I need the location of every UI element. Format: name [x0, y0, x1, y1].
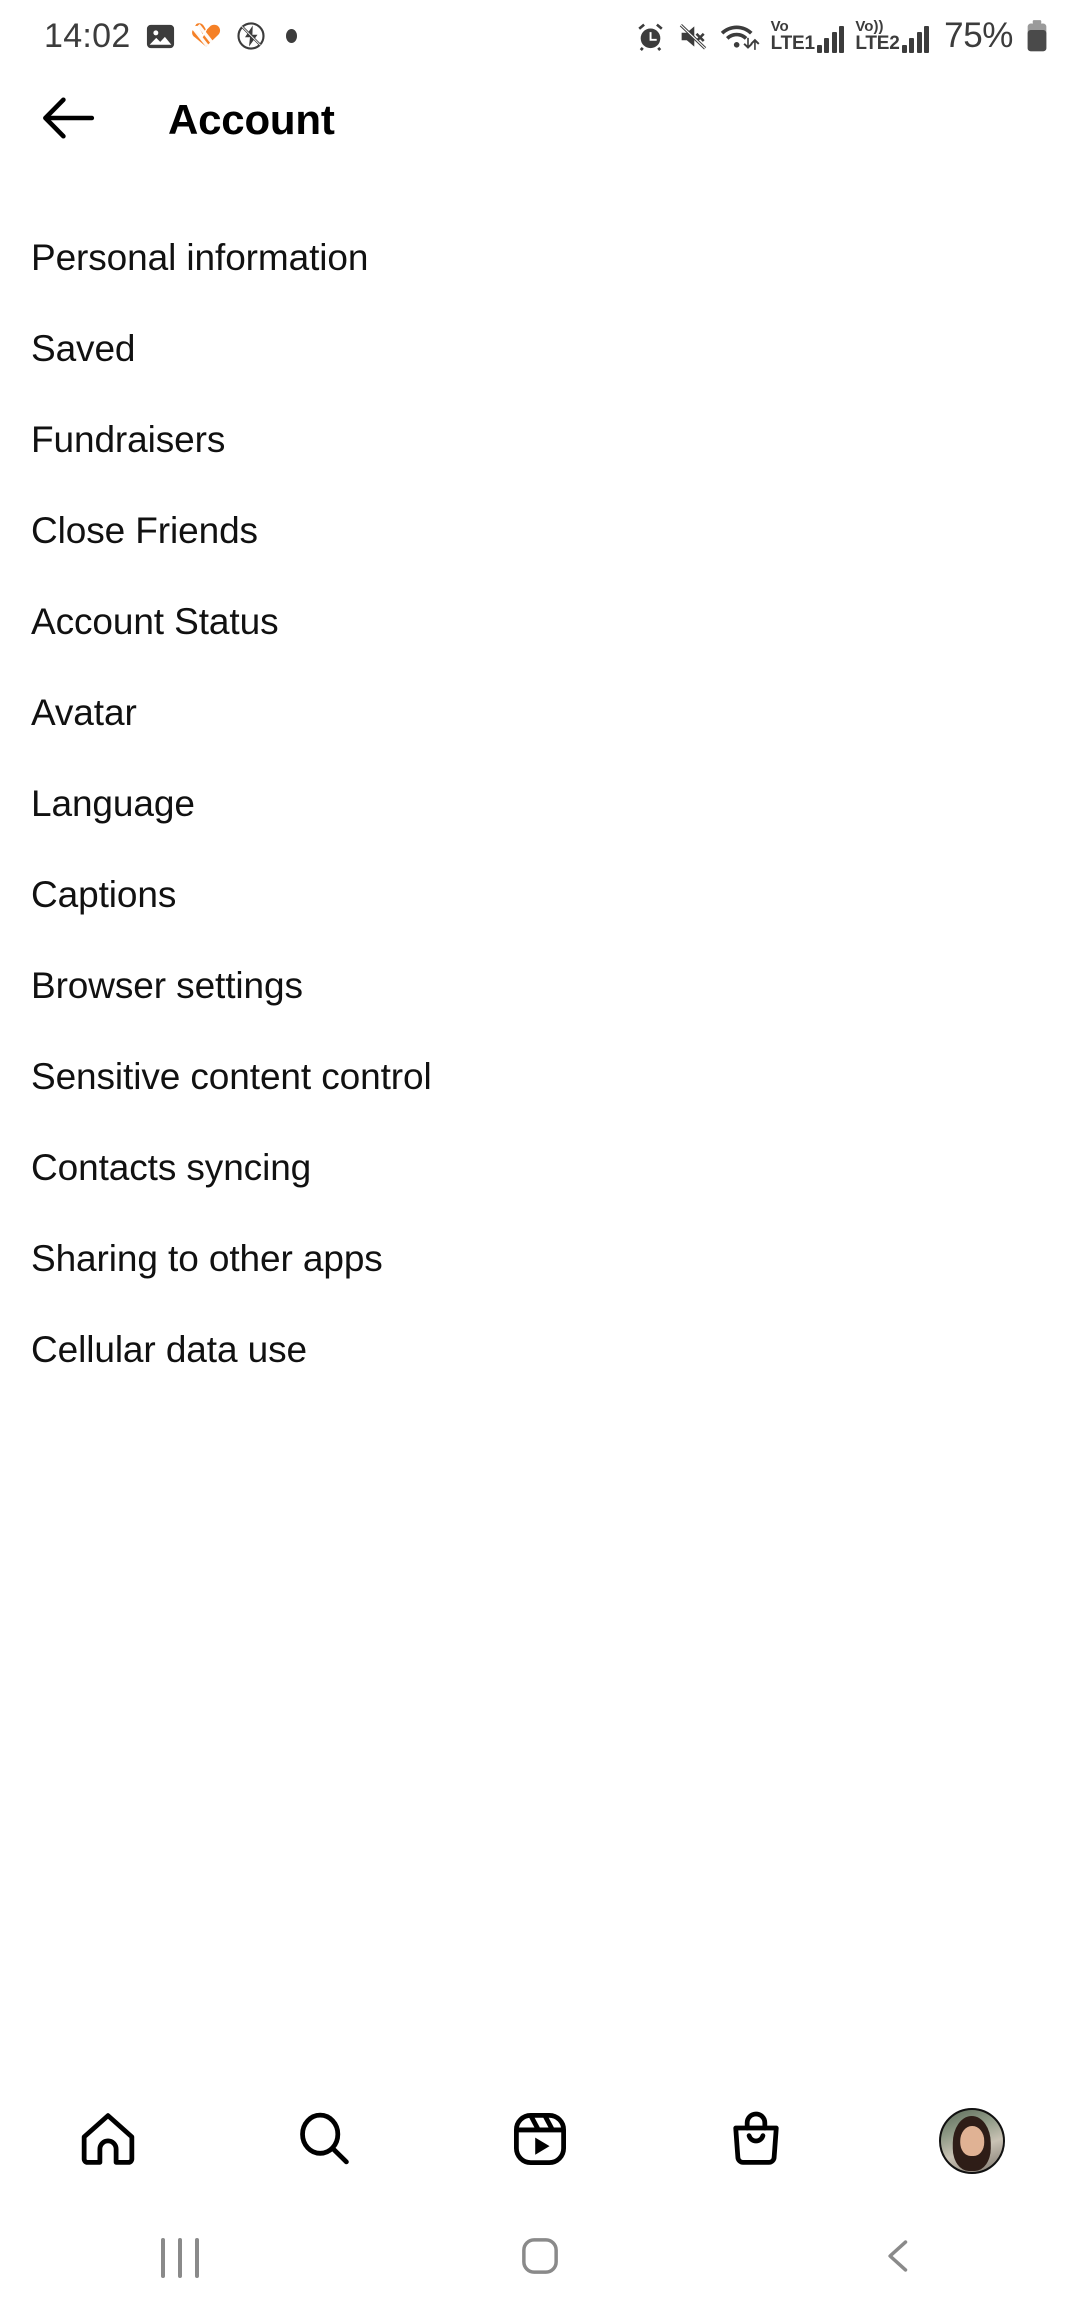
wifi-data-icon: [720, 20, 760, 52]
dot-indicator-icon: [285, 29, 297, 43]
image-icon: [145, 21, 176, 52]
profile-avatar-icon: [939, 2108, 1005, 2174]
list-item-avatar[interactable]: Avatar: [0, 667, 1080, 758]
sim2-indicator: Vo)) LTE2: [855, 18, 930, 54]
list-item-personal-information[interactable]: Personal information: [0, 212, 1080, 303]
nav-tab-shop[interactable]: [691, 2091, 821, 2191]
status-bar: 14:02 Vo LTE1 Vo)) LTE2 75%: [0, 0, 1080, 72]
alarm-icon: [635, 21, 666, 52]
list-item-sharing-to-other-apps[interactable]: Sharing to other apps: [0, 1213, 1080, 1304]
list-item-label: Personal information: [31, 236, 369, 278]
android-home-button[interactable]: [465, 2213, 615, 2303]
avatar-face: [960, 2126, 984, 2156]
bottom-navigation-bar: [0, 2082, 1080, 2200]
android-navigation-bar: [0, 2200, 1080, 2316]
list-item-language[interactable]: Language: [0, 758, 1080, 849]
page-title: Account: [168, 96, 335, 143]
recents-icon: [161, 2238, 199, 2278]
shop-bag-icon: [725, 2108, 787, 2175]
list-item-close-friends[interactable]: Close Friends: [0, 485, 1080, 576]
status-bar-clock: 14:02: [44, 16, 131, 55]
home-icon: [77, 2108, 139, 2175]
battery-icon: [1024, 19, 1050, 53]
sim1-volte-label: Vo LTE1: [770, 18, 815, 54]
heart-logo-icon: [190, 21, 222, 51]
android-recents-button[interactable]: [105, 2213, 255, 2303]
back-arrow-icon: [41, 95, 97, 146]
list-item-browser-settings[interactable]: Browser settings: [0, 940, 1080, 1031]
list-item-label: Account Status: [31, 600, 279, 642]
list-item-label: Close Friends: [31, 509, 258, 551]
home-square-icon: [518, 2234, 562, 2283]
list-item-fundraisers[interactable]: Fundraisers: [0, 394, 1080, 485]
list-item-label: Cellular data use: [31, 1328, 307, 1370]
list-item-label: Language: [31, 782, 195, 824]
sim1-signal-bars: [816, 25, 845, 53]
list-item-sensitive-content-control[interactable]: Sensitive content control: [0, 1031, 1080, 1122]
list-item-label: Avatar: [31, 691, 137, 733]
app-header: Account: [0, 72, 1080, 168]
sim2-signal-bars: [901, 25, 930, 53]
back-button[interactable]: [32, 83, 106, 157]
list-item-account-status[interactable]: Account Status: [0, 576, 1080, 667]
sim1-indicator: Vo LTE1: [771, 19, 845, 53]
battery-percent-label: 75%: [944, 16, 1013, 55]
list-item-label: Browser settings: [31, 964, 303, 1006]
account-settings-list: Personal information Saved Fundraisers C…: [0, 168, 1080, 1395]
reels-icon: [509, 2108, 571, 2175]
list-item-contacts-syncing[interactable]: Contacts syncing: [0, 1122, 1080, 1213]
flash-off-icon: [236, 21, 266, 51]
list-item-cellular-data-use[interactable]: Cellular data use: [0, 1304, 1080, 1395]
status-bar-right: Vo LTE1 Vo)) LTE2 75%: [635, 16, 1050, 56]
volume-mute-icon: [677, 21, 709, 52]
nav-tab-search[interactable]: [259, 2091, 389, 2191]
search-icon: [293, 2108, 355, 2175]
list-item-label: Contacts syncing: [31, 1146, 312, 1188]
sim2-volte-label: Vo)) LTE2: [855, 18, 900, 54]
list-item-label: Sensitive content control: [31, 1055, 432, 1097]
list-item-label: Captions: [31, 873, 177, 915]
nav-tab-profile[interactable]: [907, 2091, 1037, 2191]
back-chevron-icon: [878, 2234, 922, 2283]
list-item-saved[interactable]: Saved: [0, 303, 1080, 394]
status-bar-left: 14:02: [44, 17, 297, 56]
nav-tab-home[interactable]: [43, 2091, 173, 2191]
nav-tab-reels[interactable]: [475, 2091, 605, 2191]
android-back-button[interactable]: [825, 2213, 975, 2303]
list-item-label: Sharing to other apps: [31, 1237, 383, 1279]
list-item-label: Saved: [31, 327, 136, 369]
list-item-label: Fundraisers: [31, 418, 226, 460]
list-item-captions[interactable]: Captions: [0, 849, 1080, 940]
